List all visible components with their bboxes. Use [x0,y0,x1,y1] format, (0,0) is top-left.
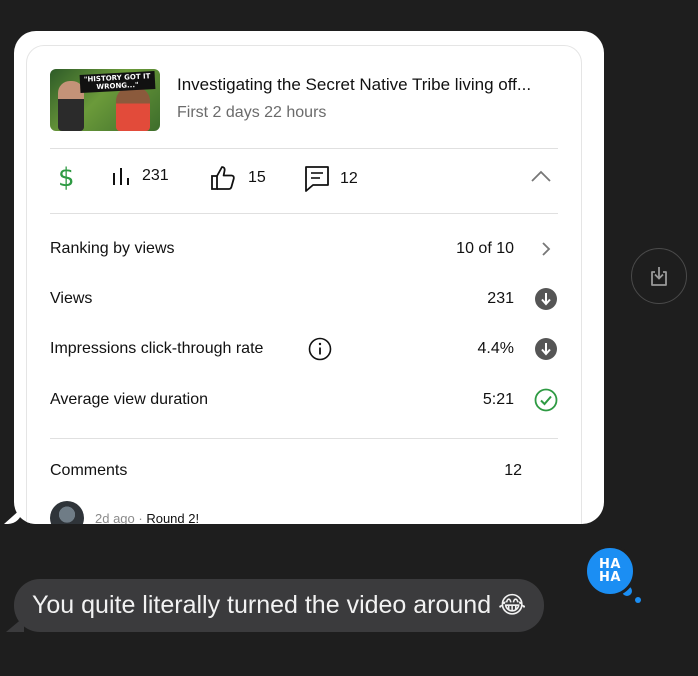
share-icon [651,267,667,286]
metric-label: Views [50,290,93,307]
image-message-bubble[interactable]: "HISTORY GOT IT WRONG..." Investigating … [14,31,604,524]
laughing-emoji-icon: 😂 [498,591,527,619]
metric-row-ctr: Impressions click-through rate 4.4% [50,335,558,365]
info-icon[interactable] [308,337,332,361]
comments-total: 12 [504,462,522,479]
metric-value: 4.4% [477,340,514,357]
message-text: You quite literally turned the video aro… [32,591,492,619]
check-circle-icon [534,388,558,412]
comment-text: Round 2! [146,511,200,524]
comment-separator: · [134,511,147,524]
metric-label: Impressions click-through rate [50,340,264,357]
thumbs-up-icon [211,166,235,190]
comments-count: 12 [340,170,358,187]
divider-stats [50,213,558,214]
metric-row-ranking[interactable]: Ranking by views 10 of 10 [50,235,558,265]
metric-value: 5:21 [482,391,514,408]
video-thumbnail: "HISTORY GOT IT WRONG..." [50,69,160,131]
stats-row: $ 231 15 12 [50,159,558,203]
metric-label: Ranking by views [50,240,175,257]
metric-value: 10 of 10 [456,240,514,257]
arrow-down-circle-icon [535,338,557,360]
divider-comments [50,438,558,439]
views-stat: 231 [110,165,169,187]
metric-value: 231 [487,290,514,307]
text-message-bubble[interactable]: You quite literally turned the video aro… [14,579,545,632]
comment-time: 2d ago [95,511,135,524]
video-subtitle: First 2 days 22 hours [177,104,327,121]
comments-stat: 12 [304,165,358,193]
likes-stat: 15 [210,165,266,191]
metric-row-views: Views 231 [50,285,558,315]
views-count: 231 [142,167,169,184]
arrow-down-circle-icon [535,288,557,310]
comment-meta: 2d ago · Round 2! [95,511,199,524]
metric-label: Average view duration [50,391,209,408]
video-title: Investigating the Secret Native Tribe li… [177,75,532,94]
share-button[interactable] [631,248,687,304]
chevron-up-icon[interactable] [530,169,552,183]
comment-icon [305,166,329,192]
metric-row-avd: Average view duration 5:21 [50,386,558,416]
divider-top [50,148,558,149]
dollar-icon: $ [58,163,75,193]
thumbnail-person-right [116,87,150,131]
bar-chart-icon [113,168,129,185]
likes-count: 15 [248,169,266,186]
tapback-tail-dot [635,597,641,603]
chevron-right-icon [542,242,551,256]
messages-screen: "HISTORY GOT IT WRONG..." Investigating … [0,0,698,676]
comments-label: Comments [50,462,128,479]
haha-tapback-icon[interactable]: HA HA [584,545,636,597]
comments-header-row[interactable]: Comments 12 [50,457,558,487]
